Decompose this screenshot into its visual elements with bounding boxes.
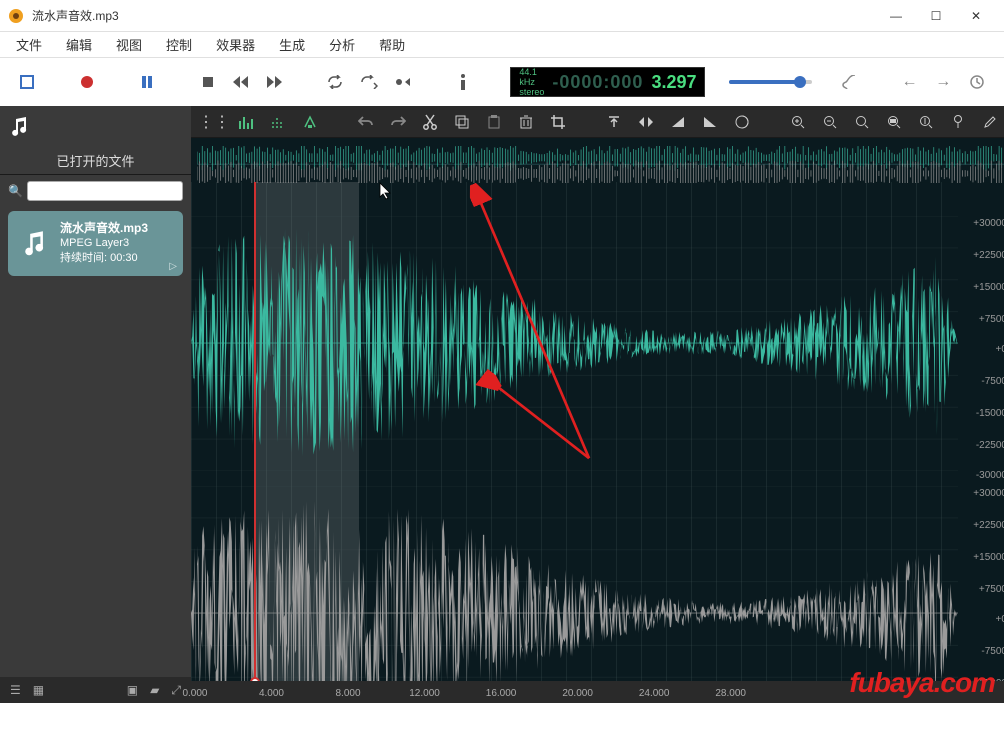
expand-icon[interactable]: ⤢ [171,683,181,698]
drag-handle-icon[interactable]: ⋮⋮ [203,111,225,133]
waveform-right [191,486,958,681]
menu-generate[interactable]: 生成 [267,35,317,54]
window-title: 流水声音效.mp3 [32,7,876,24]
fade-out-icon[interactable] [699,111,721,133]
watermark: fubaya.com [849,667,995,699]
mouse-cursor-icon [379,182,393,200]
align-top-icon[interactable] [603,111,625,133]
menu-help[interactable]: 帮助 [367,35,417,54]
menu-analyze[interactable]: 分析 [317,35,367,54]
forward-button[interactable] [262,68,288,96]
new-button[interactable] [14,68,40,96]
search-icon: 🔍 [8,184,23,198]
loop-button[interactable] [322,68,348,96]
crop-button[interactable] [547,111,569,133]
spectrum-arrow-icon[interactable] [299,111,321,133]
paste-button[interactable] [483,111,505,133]
minimize-button[interactable]: — [876,2,916,30]
marker-icon[interactable] [947,111,969,133]
search-input[interactable] [27,181,183,201]
stop-button[interactable] [195,68,221,96]
rewind-button[interactable] [228,68,254,96]
record-mode-button[interactable] [390,68,416,96]
loop-selection-button[interactable] [356,68,382,96]
samplerate-label: 44.1 kHz [519,67,544,87]
image-icon[interactable]: ▰ [150,683,159,697]
brush-icon[interactable] [979,111,1001,133]
playhead[interactable] [254,182,256,681]
cut-button[interactable] [419,111,441,133]
menu-effects[interactable]: 效果器 [204,35,267,54]
speaker-icon[interactable] [836,68,862,96]
menubar: 文件 编辑 视图 控制 效果器 生成 分析 帮助 [0,32,1004,58]
time-display: 44.1 kHz stereo -0000:000 3.297 [510,67,705,97]
redo-button[interactable] [387,111,409,133]
menu-file[interactable]: 文件 [4,35,54,54]
history-icon[interactable] [964,68,990,96]
record-button[interactable] [74,68,100,96]
prev-arrow-icon[interactable]: ← [897,68,923,96]
file-music-icon [18,228,50,260]
sidebar-header: 已打开的文件 [0,147,191,175]
info-button[interactable] [450,68,476,96]
swirl-icon[interactable] [731,111,753,133]
folder-icon[interactable]: ▣ [127,683,138,697]
file-duration: 持续时间: 00:30 [60,251,173,266]
view-list-icon[interactable]: ☰ [10,683,21,697]
play-mini-icon[interactable]: ▷ [169,261,177,272]
maximize-button[interactable]: ☐ [916,2,956,30]
amplitude-ruler: +30000+22500+15000+7500+0-7500-15000-225… [963,182,1004,681]
flip-icon[interactable] [635,111,657,133]
next-arrow-icon[interactable]: → [930,68,956,96]
pause-button[interactable] [134,68,160,96]
menu-control[interactable]: 控制 [154,35,204,54]
file-name: 流水声音效.mp3 [60,221,173,236]
zoom-in-button[interactable] [787,111,809,133]
view-grid-icon[interactable]: ▦ [33,683,44,697]
zoom-fit-button[interactable] [851,111,873,133]
time-dim: -0000:000 [552,72,643,93]
time-position: 3.297 [651,72,696,93]
zoom-v-button[interactable] [915,111,937,133]
volume-slider[interactable] [729,80,812,84]
undo-button[interactable] [355,111,377,133]
menu-view[interactable]: 视图 [104,35,154,54]
menu-edit[interactable]: 编辑 [54,35,104,54]
delete-button[interactable] [515,111,537,133]
zoom-sel-button[interactable] [883,111,905,133]
fade-in-icon[interactable] [667,111,689,133]
overview-strip[interactable] [191,142,1004,178]
channels-label: stereo [519,87,544,97]
spectrum-bars-icon[interactable] [235,111,257,133]
file-list-item[interactable]: 流水声音效.mp3 MPEG Layer3 持续时间: 00:30 ▷ [8,211,183,276]
spectrum-dots-icon[interactable] [267,111,289,133]
waveform-area[interactable]: +30000+22500+15000+7500+0-7500-15000-225… [191,182,1004,681]
zoom-out-button[interactable] [819,111,841,133]
music-note-icon [0,106,191,147]
waveform-left [191,216,958,471]
file-format: MPEG Layer3 [60,236,173,251]
app-icon [8,8,24,24]
close-button[interactable]: ✕ [956,2,996,30]
copy-button[interactable] [451,111,473,133]
